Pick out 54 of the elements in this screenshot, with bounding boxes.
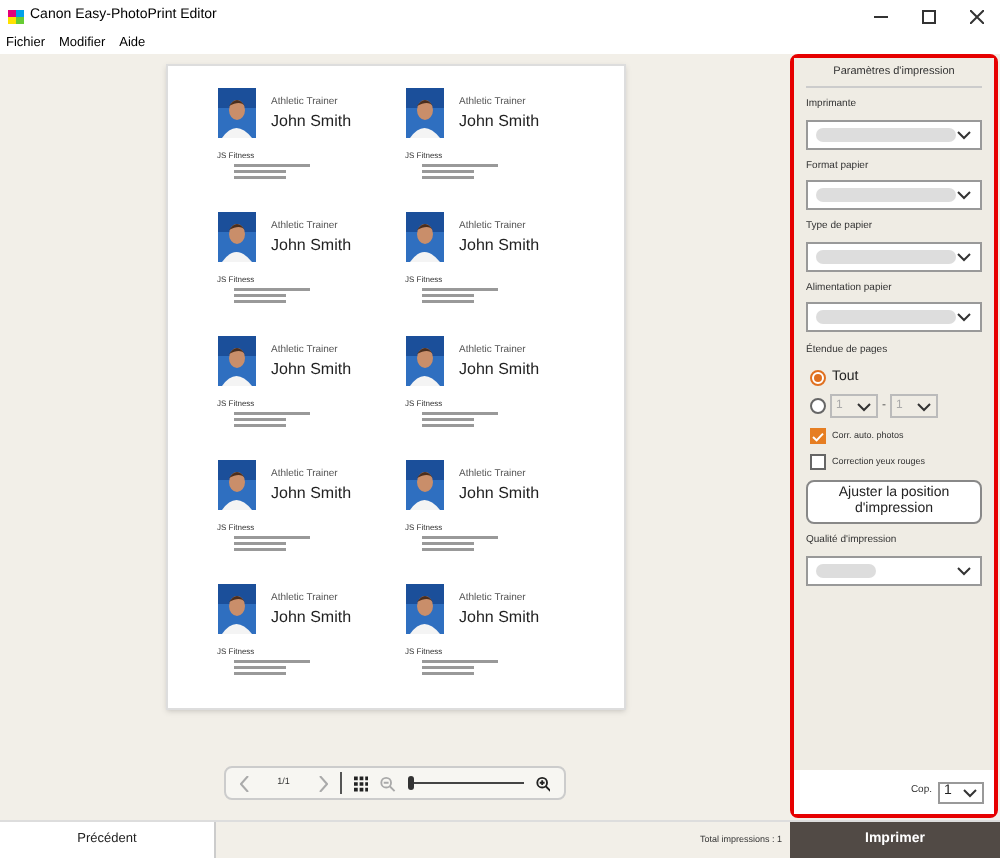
contact-lines-drawing: [233, 536, 313, 554]
zoom-out-icon[interactable]: [380, 775, 396, 791]
chevron-icon: [962, 787, 978, 797]
radio-button[interactable]: [810, 398, 826, 415]
contact-lines-drawing: [421, 412, 501, 430]
chevron-icon: [916, 401, 932, 412]
blurred-value: [816, 188, 956, 203]
dropdown[interactable]: [806, 180, 982, 211]
person-name: John Smith: [459, 236, 540, 256]
contact-lines-drawing: [233, 660, 313, 678]
grid-icon[interactable]: [353, 775, 369, 791]
person-name: John Smith: [271, 112, 352, 132]
person-name: John Smith: [459, 360, 540, 380]
dropdown[interactable]: [806, 555, 982, 586]
dropdown[interactable]: [806, 119, 982, 150]
contact-lines-drawing: [421, 536, 501, 554]
person-name: John Smith: [459, 484, 540, 504]
close-icon: [969, 10, 983, 24]
person-name: John Smith: [459, 608, 540, 628]
blurred-value: [816, 127, 956, 142]
person-name: John Smith: [271, 608, 352, 628]
app-logo-icon: [8, 10, 24, 24]
zoom-in-icon[interactable]: [535, 775, 550, 791]
dropdown[interactable]: [806, 302, 982, 333]
person-name: John Smith: [271, 236, 352, 256]
checkmark-icon: [812, 431, 824, 442]
contact-lines-drawing: [421, 164, 501, 182]
contact-lines-drawing: [421, 660, 501, 678]
next-icon[interactable]: [317, 775, 328, 791]
checkbox[interactable]: [810, 428, 826, 445]
contact-lines-drawing: [421, 288, 501, 306]
minimize-icon: [873, 16, 887, 18]
radio-button[interactable]: [810, 370, 826, 386]
blurred-value: [816, 563, 876, 578]
chevron-icon: [956, 312, 972, 323]
chevron-icon: [956, 565, 972, 576]
chevron-icon: [856, 401, 872, 412]
person-name: John Smith: [271, 360, 352, 380]
blurred-value: [816, 310, 956, 325]
person-name: John Smith: [459, 112, 540, 132]
person-name: John Smith: [271, 484, 352, 504]
dropdown[interactable]: [806, 241, 982, 272]
maximize-icon: [921, 10, 935, 24]
checkbox[interactable]: [810, 454, 826, 471]
chevron-icon: [956, 251, 972, 262]
contact-lines-drawing: [233, 412, 313, 430]
previous-icon[interactable]: [240, 775, 250, 791]
chevron-icon: [956, 190, 972, 201]
blurred-value: [816, 249, 956, 264]
contact-lines-drawing: [233, 288, 313, 306]
slider-thumb[interactable]: [407, 776, 414, 790]
zoom-slider[interactable]: [407, 776, 524, 790]
chevron-icon: [956, 129, 972, 140]
contact-lines-drawing: [233, 164, 313, 182]
